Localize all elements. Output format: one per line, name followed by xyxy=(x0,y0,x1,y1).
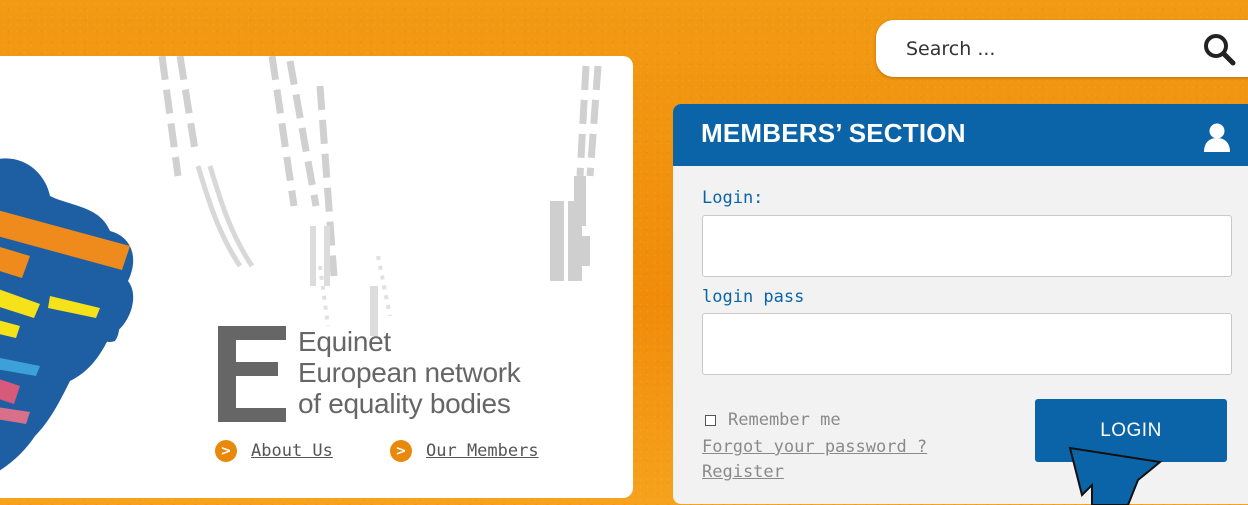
search-button[interactable] xyxy=(1202,32,1238,66)
search-icon xyxy=(1204,34,1236,66)
login-field[interactable] xyxy=(702,215,1232,277)
user-icon xyxy=(1204,123,1230,152)
register-link[interactable]: Register xyxy=(702,462,784,482)
equinet-logo-text: Equinet European network of equality bod… xyxy=(298,326,521,419)
remember-me[interactable]: Remember me xyxy=(705,410,841,430)
about-us-link[interactable]: About Us xyxy=(251,441,333,461)
password-label: login pass xyxy=(702,287,805,307)
mouse-pointer-icon xyxy=(1068,446,1163,505)
logo-line-3: of equality bodies xyxy=(298,388,511,419)
equinet-banner: Equinet European network of equality bod… xyxy=(0,56,633,498)
about-us-link-item[interactable]: > About Us xyxy=(215,440,333,462)
forgot-password-link[interactable]: Forgot your password ? xyxy=(702,437,927,457)
members-title: MEMBERS’ SECTION xyxy=(701,118,966,148)
our-members-link[interactable]: Our Members xyxy=(426,441,539,461)
arrow-bullet-icon: > xyxy=(390,440,412,462)
search-box xyxy=(876,20,1248,77)
remember-me-checkbox[interactable] xyxy=(705,414,716,426)
arrow-bullet-icon: > xyxy=(215,440,237,462)
equinet-logo-mark xyxy=(218,326,286,422)
search-input[interactable] xyxy=(904,34,1178,64)
our-members-link-item[interactable]: > Our Members xyxy=(390,440,539,462)
members-header: MEMBERS’ SECTION xyxy=(673,104,1248,166)
logo-line-1: Equinet xyxy=(298,326,391,357)
login-label: Login: xyxy=(702,188,764,208)
europe-map-illustration xyxy=(0,56,602,471)
password-field[interactable] xyxy=(702,313,1232,375)
remember-me-label: Remember me xyxy=(728,410,841,430)
logo-line-2: European network xyxy=(298,357,521,388)
